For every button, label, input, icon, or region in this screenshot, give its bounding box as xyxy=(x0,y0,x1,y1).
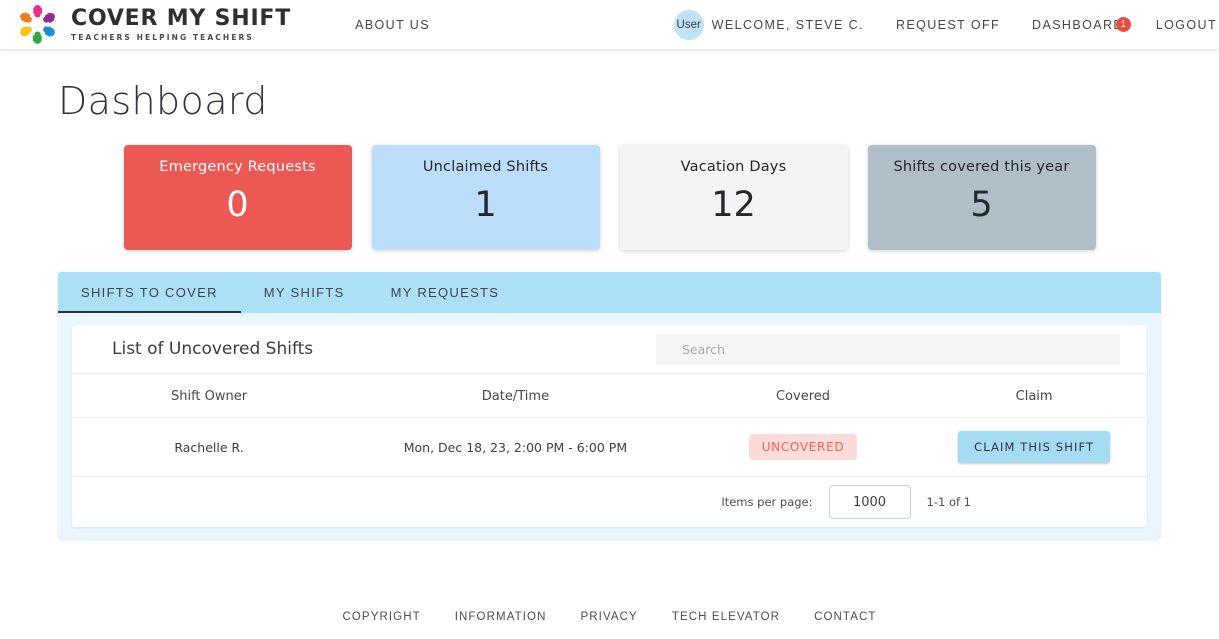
tab-shifts-to-cover[interactable]: SHIFTS TO COVER xyxy=(58,272,241,313)
stat-value: 5 xyxy=(970,185,993,225)
uncovered-shifts-table: Shift Owner Date/Time Covered Claim Rach… xyxy=(72,374,1147,477)
site-header: COVER MY SHIFT TEACHERS HELPING TEACHERS… xyxy=(0,0,1219,49)
tab-my-shifts[interactable]: MY SHIFTS xyxy=(241,272,368,313)
tab-bar: SHIFTS TO COVER MY SHIFTS MY REQUESTS xyxy=(58,272,1161,313)
footer-link-copyright[interactable]: COPYRIGHT xyxy=(342,611,420,623)
cell-covered: UNCOVERED xyxy=(684,417,922,477)
welcome-message: WELCOME, STEVE C. xyxy=(711,17,864,32)
items-per-page-label: Items per page: xyxy=(721,495,813,509)
tab-label: MY SHIFTS xyxy=(263,285,345,300)
table-header-row: Shift Owner Date/Time Covered Claim xyxy=(72,374,1147,418)
nav-item-about-us[interactable]: ABOUT US xyxy=(355,18,430,32)
stat-value: 0 xyxy=(226,185,249,225)
shifts-card-header: List of Uncovered Shifts xyxy=(72,325,1147,374)
header-nav-right: User WELCOME, STEVE C. REQUEST OFF DASHB… xyxy=(673,0,1219,49)
nav-item-dashboard-label: DASHBOARD xyxy=(1032,17,1124,32)
tab-label: SHIFTS TO COVER xyxy=(81,285,218,300)
footer-link-contact[interactable]: CONTACT xyxy=(814,611,876,623)
paginator: Items per page: 1000 1-1 of 1 xyxy=(72,477,1147,527)
claim-this-shift-button[interactable]: CLAIM THIS SHIFT xyxy=(958,431,1111,463)
column-header-shift-owner: Shift Owner xyxy=(72,374,347,418)
page-title: Dashboard xyxy=(58,79,268,123)
site-footer: COPYRIGHT INFORMATION PRIVACY TECH ELEVATOR… xyxy=(0,611,1219,623)
cell-shift-owner: Rachelle R. xyxy=(72,417,347,477)
nav-item-logout[interactable]: LOGOUT xyxy=(1140,18,1219,32)
footer-link-information[interactable]: INFORMATION xyxy=(455,611,547,623)
stat-value: 1 xyxy=(474,185,497,225)
tab-label: MY REQUESTS xyxy=(390,285,500,300)
stat-label: Unclaimed Shifts xyxy=(422,159,549,175)
avatar[interactable]: User xyxy=(673,9,704,40)
footer-link-tech-elevator[interactable]: TECH ELEVATOR xyxy=(672,611,780,623)
footer-link-privacy[interactable]: PRIVACY xyxy=(580,611,637,623)
brand-logo[interactable]: COVER MY SHIFT TEACHERS HELPING TEACHERS xyxy=(14,1,291,48)
column-header-covered: Covered xyxy=(684,374,922,418)
tab-my-requests[interactable]: MY REQUESTS xyxy=(368,272,523,313)
cell-date-time: Mon, Dec 18, 23, 2:00 PM - 6:00 PM xyxy=(346,417,685,477)
pagination-range-label: 1-1 of 1 xyxy=(926,495,972,509)
dashboard-panel: SHIFTS TO COVER MY SHIFTS MY REQUESTS List… xyxy=(58,272,1161,539)
column-header-claim: Claim xyxy=(921,374,1147,418)
brand-subtitle: TEACHERS HELPING TEACHERS xyxy=(71,32,254,42)
shifts-card: List of Uncovered Shifts Shift Owner Dat… xyxy=(72,325,1147,527)
stat-value: 12 xyxy=(711,185,756,225)
stat-label: Emergency Requests xyxy=(159,159,316,175)
nav-item-request-off[interactable]: REQUEST OFF xyxy=(880,18,1016,32)
shifts-card-title: List of Uncovered Shifts xyxy=(112,339,314,359)
stat-card-vacation-days[interactable]: Vacation Days 12 xyxy=(619,145,848,250)
items-per-page-select[interactable]: 1000 xyxy=(828,485,911,519)
stat-card-unclaimed-shifts[interactable]: Unclaimed Shifts 1 xyxy=(371,145,600,250)
stat-label: Vacation Days xyxy=(680,159,787,175)
dashboard-notification-badge: 1 xyxy=(1115,16,1131,32)
stat-label: Shifts covered this year xyxy=(893,159,1070,175)
nav-item-dashboard[interactable]: DASHBOARD 1 xyxy=(1016,16,1140,32)
stats-row: Emergency Requests 0 Unclaimed Shifts 1 Vaca… xyxy=(0,145,1219,250)
stat-card-emergency-requests[interactable]: Emergency Requests 0 xyxy=(123,145,352,250)
brand-title: COVER MY SHIFT xyxy=(71,5,292,31)
search-field-wrapper xyxy=(656,333,1120,365)
cell-claim: CLAIM THIS SHIFT xyxy=(921,417,1147,477)
column-header-date-time: Date/Time xyxy=(346,374,685,418)
hands-circle-logo-icon xyxy=(14,1,61,48)
search-input[interactable] xyxy=(656,333,1120,365)
status-badge: UNCOVERED xyxy=(748,434,858,460)
table-row: Rachelle R. Mon, Dec 18, 23, 2:00 PM - 6:… xyxy=(72,417,1147,477)
stat-card-shifts-covered[interactable]: Shifts covered this year 5 xyxy=(867,145,1096,250)
